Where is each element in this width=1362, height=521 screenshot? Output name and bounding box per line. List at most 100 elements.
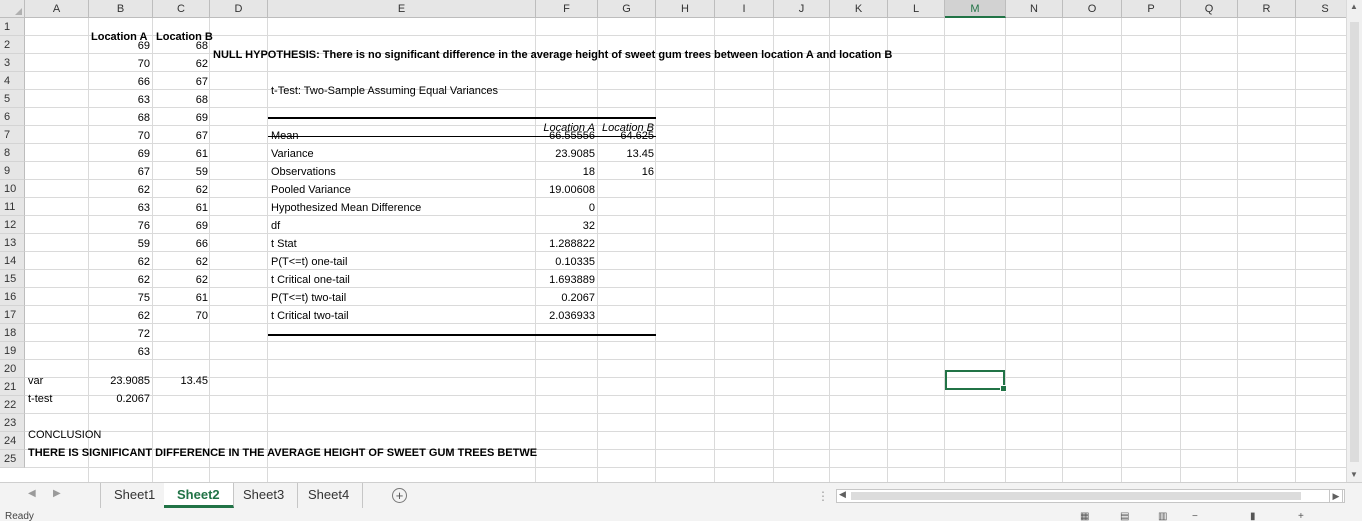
ttest-pvalue[interactable]: 0.2067 [89,390,153,408]
row-header-22[interactable]: 22 [0,396,25,414]
location-b-value[interactable]: 62 [153,181,211,199]
row-header-7[interactable]: 7 [0,126,25,144]
ttest-row-label[interactable]: P(T<=t) one-tail [268,253,534,271]
ttest-row-location-a[interactable]: 32 [536,217,598,235]
column-header-r[interactable]: R [1238,0,1296,18]
location-b-value[interactable]: 62 [153,55,211,73]
row-header-15[interactable]: 15 [0,270,25,288]
split-handle-icon[interactable]: ⋮ [817,489,829,503]
location-a-value[interactable]: 68 [89,109,153,127]
location-b-value[interactable]: 69 [153,217,211,235]
row-header-24[interactable]: 24 [0,432,25,450]
row-header-17[interactable]: 17 [0,306,25,324]
row-header-10[interactable]: 10 [0,180,25,198]
page-layout-icon[interactable]: ▤ [1120,511,1129,521]
add-sheet-icon[interactable]: + [392,488,407,503]
location-b-value[interactable]: 59 [153,163,211,181]
column-header-b[interactable]: B [89,0,153,18]
ttest-row-location-a[interactable]: 2.036933 [536,307,598,325]
location-a-value[interactable]: 70 [89,55,153,73]
row-header-9[interactable]: 9 [0,162,25,180]
sheet-tab-sheet3[interactable]: Sheet3 [230,483,299,508]
location-a-value[interactable]: 69 [89,37,153,55]
location-a-value[interactable]: 63 [89,199,153,217]
column-header-f[interactable]: F [536,0,598,18]
ttest-row-location-b[interactable] [597,271,657,289]
location-a-value[interactable]: 63 [89,91,153,109]
ttest-title[interactable]: t-Test: Two-Sample Assuming Equal Varian… [268,82,568,100]
location-a-value[interactable]: 72 [89,325,153,343]
ttest-row-location-a[interactable]: 0 [536,199,598,217]
ttest-row-location-a[interactable]: 0.10335 [536,253,598,271]
location-a-value[interactable]: 70 [89,127,153,145]
ttest-row-location-a[interactable]: 1.693889 [536,271,598,289]
scroll-right-icon[interactable]: ▶ [1329,489,1343,503]
ttest-label[interactable]: t-test [25,390,85,408]
location-b-value[interactable]: 66 [153,235,211,253]
row-header-21[interactable]: 21 [0,378,25,396]
select-all-button[interactable] [0,0,25,18]
ttest-row-location-b[interactable] [597,289,657,307]
sheet-tab-sheet1[interactable]: Sheet1 [100,483,170,508]
scroll-up-icon[interactable]: ▲ [1350,2,1358,11]
column-header-p[interactable]: P [1122,0,1181,18]
row-header-2[interactable]: 2 [0,36,25,54]
prev-sheet-icon[interactable]: ◀ [28,488,36,499]
column-header-l[interactable]: L [888,0,945,18]
column-header-a[interactable]: A [25,0,89,18]
row-header-25[interactable]: 25 [0,450,25,468]
row-header-5[interactable]: 5 [0,90,25,108]
location-a-value[interactable]: 62 [89,253,153,271]
ttest-row-location-b[interactable]: 64.625 [597,127,657,145]
row-header-16[interactable]: 16 [0,288,25,306]
ttest-row-location-b[interactable] [597,253,657,271]
sheet-tab-sheet4[interactable]: Sheet4 [295,483,364,508]
row-header-4[interactable]: 4 [0,72,25,90]
location-b-value[interactable]: 61 [153,199,211,217]
column-header-k[interactable]: K [830,0,888,18]
row-header-23[interactable]: 23 [0,414,25,432]
conclusion-text[interactable]: THERE IS SIGNIFICANT DIFFERENCE IN THE A… [25,444,537,462]
var-location-b[interactable]: 13.45 [153,372,211,390]
row-header-12[interactable]: 12 [0,216,25,234]
location-a-value[interactable]: 62 [89,307,153,325]
location-b-value[interactable]: 70 [153,307,211,325]
scroll-left-icon[interactable]: ◀ [839,489,846,500]
var-label[interactable]: var [25,372,85,390]
ttest-row-location-b[interactable] [597,235,657,253]
normal-view-icon[interactable]: ▦ [1080,511,1089,521]
column-header-g[interactable]: G [598,0,656,18]
row-header-14[interactable]: 14 [0,252,25,270]
vertical-scrollbar[interactable]: ▲ ▼ [1346,0,1362,482]
location-a-value[interactable]: 67 [89,163,153,181]
horizontal-scroll-thumb[interactable] [851,492,1301,500]
page-break-preview-icon[interactable]: ▥ [1158,511,1167,521]
location-b-value[interactable]: 61 [153,289,211,307]
row-header-11[interactable]: 11 [0,198,25,216]
ttest-row-label[interactable]: Mean [268,127,534,145]
column-header-d[interactable]: D [210,0,268,18]
horizontal-scrollbar[interactable]: ◀ [836,489,1345,503]
location-a-value[interactable]: 59 [89,235,153,253]
ttest-row-label[interactable]: t Critical two-tail [268,307,534,325]
spreadsheet-grid[interactable]: ABCDEFGHIJKLMNOPQRS 1 2 3 4 5 6 7 8 9 10 11 12 13 14 1… [0,0,1346,482]
column-header-c[interactable]: C [153,0,210,18]
row-header-1[interactable]: 1 [0,18,25,36]
ttest-row-label[interactable]: Variance [268,145,534,163]
next-sheet-icon[interactable]: ▶ [53,488,61,499]
zoom-in-icon[interactable]: + [1298,511,1304,521]
column-header-i[interactable]: I [715,0,774,18]
ttest-row-label[interactable]: df [268,217,534,235]
ttest-row-location-b[interactable] [597,217,657,235]
location-a-value[interactable]: 66 [89,73,153,91]
row-header-6[interactable]: 6 [0,108,25,126]
ttest-row-location-a[interactable]: 0.2067 [536,289,598,307]
vertical-scroll-thumb[interactable] [1350,22,1359,462]
ttest-row-label[interactable]: Hypothesized Mean Difference [268,199,534,217]
zoom-slider-icon[interactable]: ▮ [1250,511,1256,521]
sheet-tab-sheet2[interactable]: Sheet2 [164,483,234,508]
column-header-n[interactable]: N [1006,0,1063,18]
location-b-value[interactable]: 67 [153,127,211,145]
location-a-value[interactable]: 62 [89,271,153,289]
scroll-down-icon[interactable]: ▼ [1350,470,1358,479]
